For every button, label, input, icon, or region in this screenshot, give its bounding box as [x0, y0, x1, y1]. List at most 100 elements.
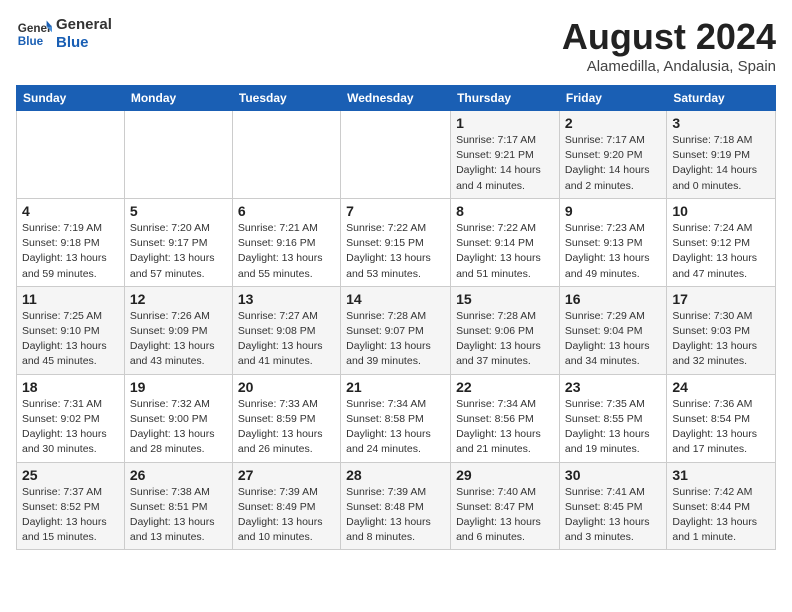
calendar-cell: 6Sunrise: 7:21 AMSunset: 9:16 PMDaylight…: [232, 198, 340, 286]
day-info: Sunrise: 7:19 AMSunset: 9:18 PMDaylight:…: [22, 221, 119, 282]
day-number: 28: [346, 467, 445, 483]
day-number: 11: [22, 291, 119, 307]
day-number: 17: [672, 291, 770, 307]
calendar-cell: 5Sunrise: 7:20 AMSunset: 9:17 PMDaylight…: [124, 198, 232, 286]
day-number: 19: [130, 379, 227, 395]
day-info: Sunrise: 7:39 AMSunset: 8:49 PMDaylight:…: [238, 485, 335, 546]
day-info: Sunrise: 7:18 AMSunset: 9:19 PMDaylight:…: [672, 133, 770, 194]
calendar-week-row: 4Sunrise: 7:19 AMSunset: 9:18 PMDaylight…: [17, 198, 776, 286]
title-block: August 2024 Alamedilla, Andalusia, Spain: [562, 16, 776, 75]
day-number: 3: [672, 115, 770, 131]
day-info: Sunrise: 7:24 AMSunset: 9:12 PMDaylight:…: [672, 221, 770, 282]
logo: General Blue General Blue: [16, 16, 112, 52]
day-number: 13: [238, 291, 335, 307]
calendar-week-row: 1 Sunrise: 7:17 AMSunset: 9:21 PMDaylight…: [17, 111, 776, 199]
calendar-cell: 13 Sunrise: 7:27 AMSunset: 9:08 PMDayligh…: [232, 286, 340, 374]
column-header-monday: Monday: [124, 86, 232, 111]
day-info: Sunrise: 7:23 AMSunset: 9:13 PMDaylight:…: [565, 221, 661, 282]
calendar-cell: 2Sunrise: 7:17 AMSunset: 9:20 PMDaylight…: [559, 111, 666, 199]
day-number: 10: [672, 203, 770, 219]
day-number: 21: [346, 379, 445, 395]
calendar-cell: 11 Sunrise: 7:25 AMSunset: 9:10 PMDayligh…: [17, 286, 125, 374]
calendar-table: SundayMondayTuesdayWednesdayThursdayFrid…: [16, 85, 776, 550]
day-number: 24: [672, 379, 770, 395]
day-info: Sunrise: 7:37 AMSunset: 8:52 PMDaylight:…: [22, 485, 119, 546]
calendar-cell: 22 Sunrise: 7:34 AMSunset: 8:56 PMDayligh…: [451, 374, 560, 462]
calendar-week-row: 25Sunrise: 7:37 AMSunset: 8:52 PMDayligh…: [17, 462, 776, 550]
day-info: Sunrise: 7:27 AMSunset: 9:08 PMDaylight:…: [238, 309, 335, 370]
calendar-header-row: SundayMondayTuesdayWednesdayThursdayFrid…: [17, 86, 776, 111]
calendar-cell: 26 Sunrise: 7:38 AMSunset: 8:51 PMDayligh…: [124, 462, 232, 550]
calendar-week-row: 11 Sunrise: 7:25 AMSunset: 9:10 PMDayligh…: [17, 286, 776, 374]
day-number: 1: [456, 115, 554, 131]
day-info: Sunrise: 7:34 AMSunset: 8:56 PMDaylight:…: [456, 397, 554, 458]
day-number: 14: [346, 291, 445, 307]
column-header-thursday: Thursday: [451, 86, 560, 111]
calendar-cell: 28 Sunrise: 7:39 AMSunset: 8:48 PMDayligh…: [341, 462, 451, 550]
logo-line1: General: [56, 16, 112, 34]
calendar-cell: [124, 111, 232, 199]
logo-line2: Blue: [56, 34, 112, 52]
day-info: Sunrise: 7:29 AMSunset: 9:04 PMDaylight:…: [565, 309, 661, 370]
day-info: Sunrise: 7:42 AMSunset: 8:44 PMDaylight:…: [672, 485, 770, 546]
calendar-cell: 15Sunrise: 7:28 AMSunset: 9:06 PMDayligh…: [451, 286, 560, 374]
day-number: 27: [238, 467, 335, 483]
calendar-cell: 21 Sunrise: 7:34 AMSunset: 8:58 PMDayligh…: [341, 374, 451, 462]
calendar-cell: [232, 111, 340, 199]
day-info: Sunrise: 7:31 AMSunset: 9:02 PMDaylight:…: [22, 397, 119, 458]
column-header-wednesday: Wednesday: [341, 86, 451, 111]
day-number: 16: [565, 291, 661, 307]
day-info: Sunrise: 7:34 AMSunset: 8:58 PMDaylight:…: [346, 397, 445, 458]
svg-text:Blue: Blue: [18, 35, 44, 48]
day-info: Sunrise: 7:22 AMSunset: 9:14 PMDaylight:…: [456, 221, 554, 282]
day-number: 31: [672, 467, 770, 483]
column-header-friday: Friday: [559, 86, 666, 111]
day-number: 22: [456, 379, 554, 395]
day-info: Sunrise: 7:21 AMSunset: 9:16 PMDaylight:…: [238, 221, 335, 282]
location-subtitle: Alamedilla, Andalusia, Spain: [562, 58, 776, 75]
calendar-cell: [341, 111, 451, 199]
day-info: Sunrise: 7:28 AMSunset: 9:06 PMDaylight:…: [456, 309, 554, 370]
day-number: 5: [130, 203, 227, 219]
calendar-cell: 30 Sunrise: 7:41 AMSunset: 8:45 PMDayligh…: [559, 462, 666, 550]
day-number: 9: [565, 203, 661, 219]
day-number: 8: [456, 203, 554, 219]
day-info: Sunrise: 7:35 AMSunset: 8:55 PMDaylight:…: [565, 397, 661, 458]
day-info: Sunrise: 7:17 AMSunset: 9:21 PMDaylight:…: [456, 133, 554, 194]
calendar-cell: 27 Sunrise: 7:39 AMSunset: 8:49 PMDayligh…: [232, 462, 340, 550]
calendar-cell: 16 Sunrise: 7:29 AMSunset: 9:04 PMDayligh…: [559, 286, 666, 374]
calendar-cell: 19 Sunrise: 7:32 AMSunset: 9:00 PMDayligh…: [124, 374, 232, 462]
day-info: Sunrise: 7:41 AMSunset: 8:45 PMDaylight:…: [565, 485, 661, 546]
day-info: Sunrise: 7:25 AMSunset: 9:10 PMDaylight:…: [22, 309, 119, 370]
calendar-cell: 18 Sunrise: 7:31 AMSunset: 9:02 PMDayligh…: [17, 374, 125, 462]
calendar-cell: 7 Sunrise: 7:22 AMSunset: 9:15 PMDaylight…: [341, 198, 451, 286]
day-number: 18: [22, 379, 119, 395]
day-number: 26: [130, 467, 227, 483]
calendar-cell: 17 Sunrise: 7:30 AMSunset: 9:03 PMDayligh…: [667, 286, 776, 374]
day-info: Sunrise: 7:32 AMSunset: 9:00 PMDaylight:…: [130, 397, 227, 458]
calendar-cell: 24Sunrise: 7:36 AMSunset: 8:54 PMDayligh…: [667, 374, 776, 462]
day-number: 20: [238, 379, 335, 395]
page-header: General Blue General Blue August 2024 Al…: [16, 16, 776, 75]
day-info: Sunrise: 7:26 AMSunset: 9:09 PMDaylight:…: [130, 309, 227, 370]
day-info: Sunrise: 7:22 AMSunset: 9:15 PMDaylight:…: [346, 221, 445, 282]
day-number: 29: [456, 467, 554, 483]
day-info: Sunrise: 7:30 AMSunset: 9:03 PMDaylight:…: [672, 309, 770, 370]
calendar-cell: 8 Sunrise: 7:22 AMSunset: 9:14 PMDaylight…: [451, 198, 560, 286]
day-number: 12: [130, 291, 227, 307]
calendar-cell: 20Sunrise: 7:33 AMSunset: 8:59 PMDayligh…: [232, 374, 340, 462]
day-info: Sunrise: 7:38 AMSunset: 8:51 PMDaylight:…: [130, 485, 227, 546]
calendar-cell: 4Sunrise: 7:19 AMSunset: 9:18 PMDaylight…: [17, 198, 125, 286]
column-header-tuesday: Tuesday: [232, 86, 340, 111]
day-number: 30: [565, 467, 661, 483]
day-number: 7: [346, 203, 445, 219]
calendar-cell: 23Sunrise: 7:35 AMSunset: 8:55 PMDayligh…: [559, 374, 666, 462]
logo-icon: General Blue: [16, 16, 52, 52]
column-header-sunday: Sunday: [17, 86, 125, 111]
calendar-week-row: 18 Sunrise: 7:31 AMSunset: 9:02 PMDayligh…: [17, 374, 776, 462]
calendar-cell: 25Sunrise: 7:37 AMSunset: 8:52 PMDayligh…: [17, 462, 125, 550]
month-year-title: August 2024: [562, 16, 776, 58]
day-info: Sunrise: 7:39 AMSunset: 8:48 PMDaylight:…: [346, 485, 445, 546]
column-header-saturday: Saturday: [667, 86, 776, 111]
day-info: Sunrise: 7:28 AMSunset: 9:07 PMDaylight:…: [346, 309, 445, 370]
